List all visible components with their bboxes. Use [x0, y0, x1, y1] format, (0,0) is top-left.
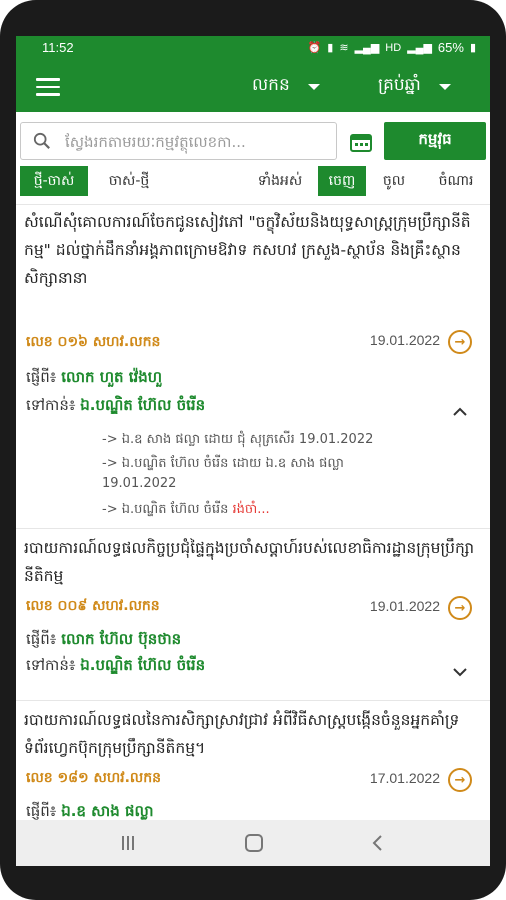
hamburger-menu-icon[interactable]: [36, 78, 60, 96]
search-input[interactable]: [65, 129, 330, 155]
item-number: លេខ ០១៦ សហវ.លកន: [26, 334, 161, 350]
home-icon[interactable]: [245, 834, 263, 852]
routing-step-target: -> ឯ.បណ្ឌិត ហ៊ែល ចំរើន: [102, 502, 229, 517]
vibrate-icon: ▮: [327, 42, 334, 54]
divider: [16, 700, 490, 701]
sort-new-old-chip[interactable]: ថ្មី-ចាស់: [20, 166, 88, 196]
to-label: ទៅកាន់៖: [26, 656, 76, 674]
caret-down-icon: [307, 83, 320, 90]
from-label: ផ្ញើពី៖: [26, 802, 57, 820]
routing-step: -> ឯ.ឧ សាង ផល្លា ដោយ ជុំ សុភ្រសើរ 19.01.…: [102, 432, 374, 447]
to-name: ឯ.បណ្ឌិត ហ៊ែល ចំរើន: [80, 656, 206, 674]
list-item[interactable]: របាយការណ៍លទ្ធផលកិច្ចប្រជុំផ្ទៃក្នុងប្រចា…: [16, 534, 490, 694]
filter-all-chip[interactable]: ទាំងអស់: [244, 166, 316, 196]
phone-frame: 11:52 ⏰ ▮ ≋ ▂▄▆ HD ▂▄▆ 65% ▮ លកន គ្រប់ឆ្…: [0, 0, 506, 900]
app-screen: 11:52 ⏰ ▮ ≋ ▂▄▆ HD ▂▄▆ 65% ▮ លកន គ្រប់ឆ្…: [16, 36, 490, 866]
network-type: HD: [385, 41, 402, 54]
sort-old-new-chip[interactable]: ចាស់-ថ្មី: [92, 166, 166, 196]
department-dropdown[interactable]: លកន: [252, 74, 320, 99]
department-dropdown-label: លកន: [252, 75, 290, 95]
search-box[interactable]: [20, 122, 337, 160]
item-from: ផ្ញើពី៖ លោក ហ៊ែល ប៊ុនថាន: [26, 630, 181, 652]
status-bar: 11:52 ⏰ ▮ ≋ ▂▄▆ HD ▂▄▆ 65% ▮: [16, 36, 490, 60]
from-label: ផ្ញើពី៖: [26, 630, 57, 648]
search-button[interactable]: កម្មវុធ: [384, 122, 486, 160]
item-subject: របាយការណ៍លទ្ធផលនៃការសិក្សាស្រាវជ្រាវ អំព…: [24, 711, 460, 757]
chevron-down-icon[interactable]: [452, 664, 468, 680]
wifi-icon: ≋: [339, 42, 349, 54]
to-label: ទៅកាន់៖: [26, 396, 76, 414]
status-icons: ⏰ ▮ ≋ ▂▄▆ HD ▂▄▆ 65% ▮: [308, 40, 476, 55]
chevron-up-icon[interactable]: [452, 404, 468, 420]
divider: [16, 204, 490, 205]
list-item[interactable]: របាយការណ៍លទ្ធផលនៃការសិក្សាស្រាវជ្រាវ អំព…: [16, 706, 490, 820]
item-date: 19.01.2022: [369, 332, 440, 348]
pending-status: រង់ចាំ...: [232, 502, 270, 517]
item-number: លេខ ០០៩ សហវ.លកន: [26, 598, 160, 614]
status-time: 11:52: [42, 40, 74, 55]
from-label: ផ្ញើពី៖: [26, 368, 57, 386]
year-dropdown-label: គ្រប់ឆ្នាំ: [378, 75, 421, 95]
item-subject: របាយការណ៍លទ្ធផលកិច្ចប្រជុំផ្ទៃក្នុងប្រចា…: [24, 539, 475, 585]
system-nav-bar: [16, 820, 490, 866]
open-arrow-icon[interactable]: →: [448, 330, 472, 354]
routing-step: -> ឯ.បណ្ឌិត ហ៊ែល ចំរើន រង់ចាំ...: [102, 500, 270, 520]
routing-step: -> ឯ.បណ្ឌិត ហ៊ែល ចំរើន ដោយ ឯ.ឧ សាង ផល្លា: [102, 456, 344, 471]
search-icon: [33, 132, 50, 149]
signal-icon-2: ▂▄▆: [407, 42, 432, 54]
calendar-icon[interactable]: [350, 132, 372, 152]
routing-step-date: 19.01.2022: [102, 476, 177, 491]
filter-out-chip[interactable]: ចេញ: [318, 166, 366, 196]
filter-bar: ថ្មី-ចាស់ ចាស់-ថ្មី ទាំងអស់ ចេញ ចូល ចំណា…: [16, 166, 490, 200]
signal-icon: ▂▄▆: [354, 42, 380, 54]
item-from: ផ្ញើពី៖ លោក ហួត វ៉េងហួ: [26, 368, 162, 390]
battery-level: 65%: [437, 40, 464, 55]
divider: [16, 528, 490, 529]
item-subject: សំណើសុំគោលការណ៍ចែកជូនសៀវភៅ "ចក្ខុវិស័យនិ…: [24, 213, 471, 287]
item-to: ទៅកាន់៖ ឯ.បណ្ឌិត ហ៊ែល ចំរើន: [26, 656, 205, 678]
item-to: ទៅកាន់៖ ឯ.បណ្ឌិត ហ៊ែល ចំរើន: [26, 396, 205, 418]
alarm-icon: ⏰: [307, 42, 322, 54]
app-bar: លកន គ្រប់ឆ្នាំ: [16, 60, 490, 112]
caret-down-icon: [438, 83, 451, 90]
filter-cc-chip[interactable]: ចំណារ: [426, 166, 486, 196]
item-date: 17.01.2022: [369, 770, 440, 786]
from-name: ឯ.ឧ សាង ផល្លា: [61, 802, 154, 820]
list-item[interactable]: សំណើសុំគោលការណ៍ចែកជូនសៀវភៅ "ចក្ខុវិស័យនិ…: [16, 208, 490, 526]
battery-icon: ▮: [469, 42, 476, 54]
from-name: លោក ហួត វ៉េងហួ: [61, 368, 163, 386]
year-dropdown[interactable]: គ្រប់ឆ្នាំ: [378, 74, 451, 99]
item-number: លេខ ១៨១ សហវ.លកន: [26, 770, 162, 786]
open-arrow-icon[interactable]: →: [448, 768, 472, 792]
open-arrow-icon[interactable]: →: [448, 596, 472, 620]
item-date: 19.01.2022: [369, 598, 440, 614]
back-icon[interactable]: [370, 834, 384, 852]
recent-apps-icon[interactable]: [120, 835, 136, 851]
from-name: លោក ហ៊ែល ប៊ុនថាន: [61, 630, 182, 648]
to-name: ឯ.បណ្ឌិត ហ៊ែល ចំរើន: [80, 396, 206, 414]
filter-in-chip[interactable]: ចូល: [372, 166, 416, 196]
